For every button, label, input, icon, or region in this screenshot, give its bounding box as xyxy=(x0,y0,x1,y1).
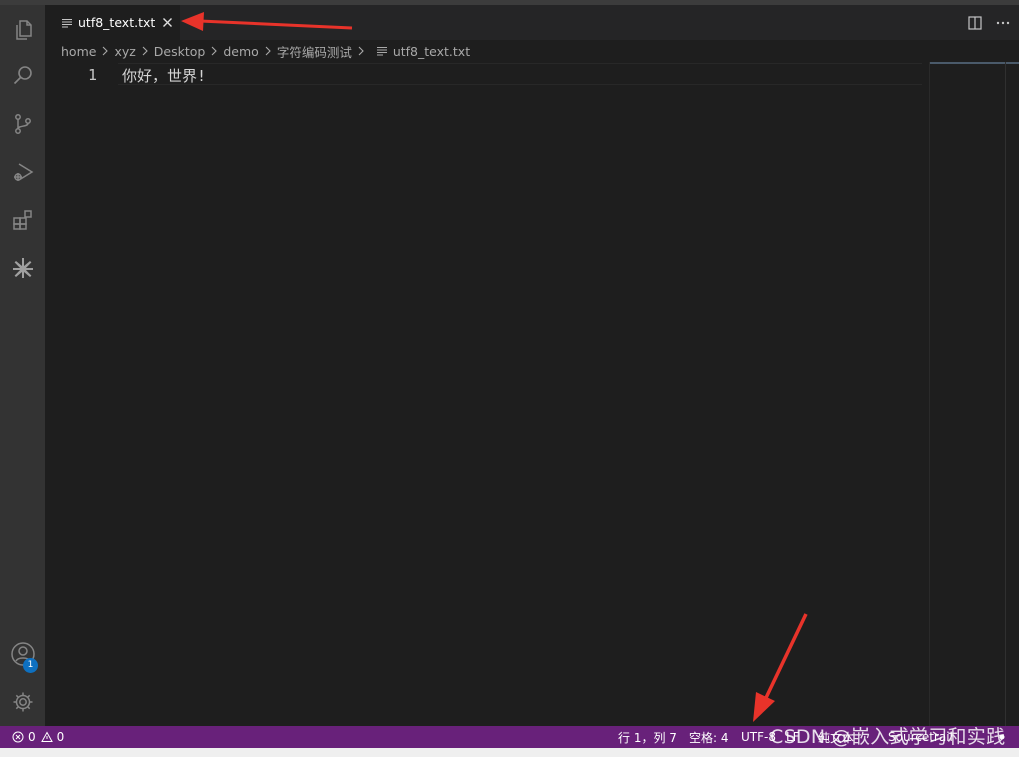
tab-utf8-text[interactable]: utf8_text.txt xyxy=(45,5,180,40)
chevron-right-icon xyxy=(207,44,221,58)
breadcrumb-item[interactable]: home xyxy=(61,44,96,59)
tab-bar: utf8_text.txt xyxy=(45,5,1019,40)
error-icon xyxy=(12,731,24,743)
current-line-highlight xyxy=(118,63,922,85)
chevron-right-icon xyxy=(261,44,275,58)
breadcrumb-item[interactable]: 字符编码测试 xyxy=(277,42,352,61)
explorer-icon[interactable] xyxy=(0,7,45,53)
indentation[interactable]: 空格: 4 xyxy=(689,726,729,748)
editor-actions xyxy=(963,5,1019,40)
line-number: 1 xyxy=(87,66,97,84)
close-icon[interactable] xyxy=(161,16,174,29)
warning-count: 0 xyxy=(56,730,65,744)
source-control-icon[interactable] xyxy=(0,101,45,147)
chevron-right-icon xyxy=(98,44,112,58)
text-file-icon xyxy=(376,45,388,57)
run-debug-icon[interactable] xyxy=(0,149,45,195)
breadcrumb-item[interactable]: demo xyxy=(223,44,258,59)
error-count: 0 xyxy=(28,730,36,744)
more-actions-icon[interactable] xyxy=(991,11,1015,35)
sourcetrail-icon[interactable] xyxy=(0,245,45,291)
text-file-icon xyxy=(62,18,72,27)
search-icon[interactable] xyxy=(0,53,45,99)
warning-icon xyxy=(40,731,53,742)
breadcrumb-item[interactable]: Desktop xyxy=(154,44,206,59)
chevron-right-icon xyxy=(354,44,368,58)
tab-label: utf8_text.txt xyxy=(78,15,156,30)
breadcrumb-item[interactable]: utf8_text.txt xyxy=(393,44,470,59)
vertical-scrollbar[interactable] xyxy=(1005,62,1019,726)
watermark: CSDN @嵌入式学习和实践 xyxy=(770,726,1006,748)
breadcrumb-item[interactable]: xyz xyxy=(114,44,135,59)
problems-indicator[interactable]: 0 0 xyxy=(12,726,64,748)
chevron-right-icon xyxy=(138,44,152,58)
account-badge: 1 xyxy=(23,658,38,673)
breadcrumb: home xyz Desktop demo 字符编码测试 utf8_text.t… xyxy=(61,41,470,61)
activity-bar: 1 xyxy=(0,5,45,726)
extensions-icon[interactable] xyxy=(0,197,45,243)
settings-gear-icon[interactable] xyxy=(0,679,45,725)
cursor-position[interactable]: 行 1，列 7 xyxy=(618,726,677,748)
code-line[interactable]: 你好，世界! xyxy=(122,65,206,86)
split-editor-icon[interactable] xyxy=(963,11,987,35)
window-bottom-strip xyxy=(0,748,1019,757)
editor-area[interactable]: 1 你好，世界! xyxy=(45,62,1019,726)
account-icon[interactable]: 1 xyxy=(0,631,45,677)
